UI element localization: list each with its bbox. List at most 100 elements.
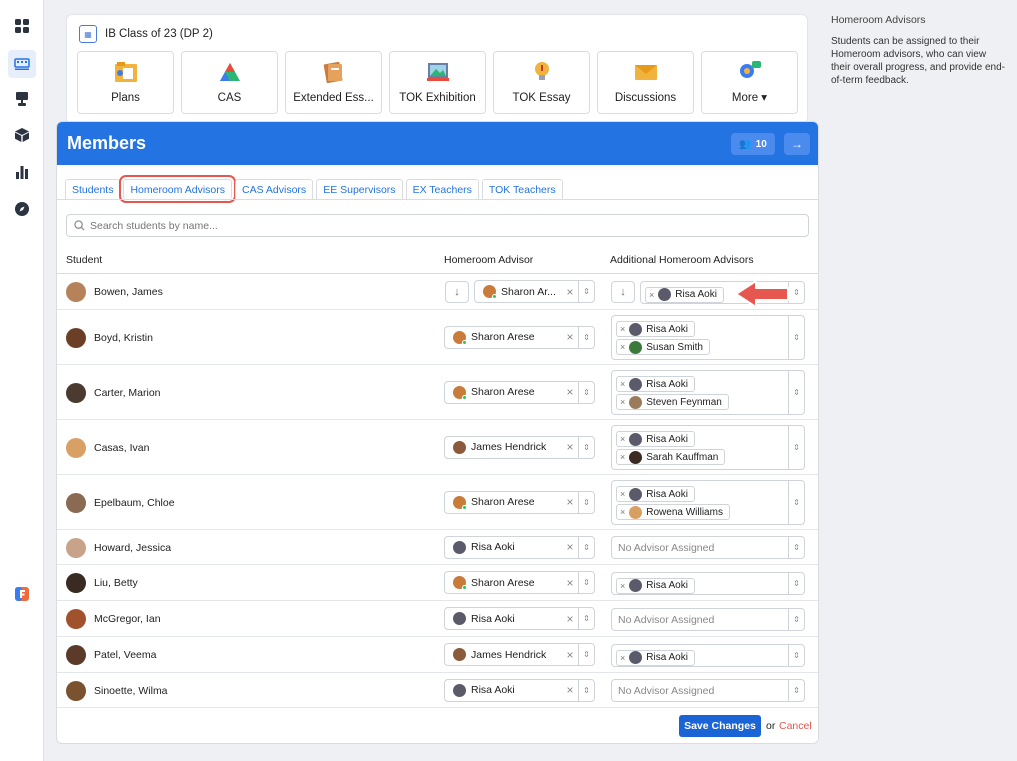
- homeroom-advisor-select[interactable]: James Hendrick × ⇕: [444, 643, 595, 666]
- clear-icon[interactable]: ×: [562, 683, 578, 697]
- remove-chip-icon[interactable]: ×: [620, 434, 625, 444]
- chevron-updown-icon[interactable]: ⇕: [578, 608, 594, 629]
- advisor-chip[interactable]: × Risa Aoki: [645, 286, 724, 303]
- remove-chip-icon[interactable]: ×: [620, 397, 625, 407]
- advisor-chip[interactable]: × Risa Aoki: [616, 577, 695, 594]
- additional-advisors-select[interactable]: × Risa Aoki × Steven Feynman ⇕: [611, 370, 805, 415]
- additional-advisors-select[interactable]: × Risa Aoki ⇕: [611, 643, 805, 667]
- chevron-updown-icon[interactable]: ⇕: [788, 537, 804, 558]
- homeroom-advisor-select[interactable]: James Hendrick × ⇕: [444, 435, 595, 459]
- tile-cas[interactable]: CAS: [181, 51, 278, 114]
- chevron-updown-icon[interactable]: ⇕: [578, 572, 594, 593]
- chevron-updown-icon[interactable]: ⇕: [578, 491, 594, 513]
- remove-chip-icon[interactable]: ×: [620, 342, 625, 352]
- clear-icon[interactable]: ×: [562, 285, 578, 299]
- chart-icon[interactable]: [8, 158, 36, 186]
- chevron-updown-icon[interactable]: ⇕: [578, 644, 594, 665]
- chevron-updown-icon[interactable]: ⇕: [578, 326, 594, 348]
- advisor-chip[interactable]: × Risa Aoki: [616, 486, 695, 502]
- remove-chip-icon[interactable]: ×: [620, 324, 625, 334]
- additional-advisors-select[interactable]: × Risa Aoki × Susan Smith ⇕: [611, 315, 805, 360]
- tile-discussions[interactable]: Discussions: [597, 51, 694, 114]
- remove-chip-icon[interactable]: ×: [620, 581, 625, 591]
- dashboard-icon[interactable]: [8, 12, 36, 40]
- tile-more[interactable]: More ▾: [701, 51, 798, 114]
- search-input[interactable]: [90, 219, 808, 232]
- chevron-updown-icon[interactable]: ⇕: [578, 679, 594, 701]
- chip-label: Sarah Kauffman: [646, 451, 719, 463]
- search-box[interactable]: [66, 214, 809, 237]
- remove-chip-icon[interactable]: ×: [649, 290, 654, 300]
- chevron-updown-icon[interactable]: ⇕: [788, 316, 804, 359]
- chevron-updown-icon[interactable]: ⇕: [788, 426, 804, 469]
- remove-chip-icon[interactable]: ×: [620, 507, 625, 517]
- remove-chip-icon[interactable]: ×: [620, 653, 625, 663]
- chevron-updown-icon[interactable]: ⇕: [788, 608, 804, 630]
- chevron-updown-icon[interactable]: ⇕: [578, 381, 594, 403]
- tab-students[interactable]: Students: [65, 179, 121, 199]
- additional-advisors-select[interactable]: No Advisor Assigned ⇕: [611, 607, 805, 631]
- cube-icon[interactable]: [8, 121, 36, 149]
- remove-chip-icon[interactable]: ×: [620, 379, 625, 389]
- homeroom-advisor-select[interactable]: Risa Aoki × ⇕: [444, 678, 595, 702]
- tab-ee-supervisors[interactable]: EE Supervisors: [316, 179, 403, 199]
- member-count-button[interactable]: 👥 10: [731, 133, 775, 155]
- chevron-updown-icon[interactable]: ⇕: [788, 644, 804, 666]
- cancel-link[interactable]: Cancel: [779, 720, 812, 732]
- chevron-updown-icon[interactable]: ⇕: [578, 536, 594, 558]
- clear-icon[interactable]: ×: [562, 440, 578, 454]
- homeroom-advisor-select[interactable]: Sharon Ar... × ⇕: [474, 280, 595, 303]
- tile-tok-exhibition[interactable]: TOK Exhibition: [389, 51, 486, 114]
- advisor-chip[interactable]: × Risa Aoki: [616, 431, 695, 447]
- remove-chip-icon[interactable]: ×: [620, 452, 625, 462]
- chevron-updown-icon[interactable]: ⇕: [788, 371, 804, 414]
- additional-advisors-select[interactable]: × Risa Aoki × Rowena Williams ⇕: [611, 480, 805, 525]
- advisor-chip[interactable]: × Rowena Williams: [616, 504, 730, 520]
- chevron-updown-icon[interactable]: ⇕: [788, 481, 804, 524]
- app-logo-icon[interactable]: [8, 580, 36, 608]
- advisor-avatar: [453, 612, 466, 625]
- compass-icon[interactable]: [8, 195, 36, 223]
- presentation-icon[interactable]: [8, 85, 36, 113]
- advisor-chip[interactable]: × Risa Aoki: [616, 649, 695, 666]
- save-changes-button[interactable]: Save Changes: [679, 715, 761, 737]
- additional-advisors-select[interactable]: No Advisor Assigned ⇕: [611, 679, 805, 702]
- clear-icon[interactable]: ×: [562, 540, 578, 554]
- homeroom-advisor-select[interactable]: Risa Aoki × ⇕: [444, 535, 595, 559]
- advisor-chip[interactable]: × Steven Feynman: [616, 394, 729, 410]
- advisor-chip[interactable]: × Sarah Kauffman: [616, 449, 726, 465]
- chevron-updown-icon[interactable]: ⇕: [788, 572, 804, 594]
- clear-icon[interactable]: ×: [562, 612, 578, 626]
- advisor-chip[interactable]: × Risa Aoki: [616, 321, 695, 337]
- chevron-updown-icon[interactable]: ⇕: [578, 436, 594, 458]
- tile-plans[interactable]: Plans: [77, 51, 174, 114]
- clear-icon[interactable]: ×: [562, 648, 578, 662]
- tile-extended-essay[interactable]: Extended Ess...: [285, 51, 382, 114]
- homeroom-advisor-select[interactable]: Sharon Arese × ⇕: [444, 380, 595, 404]
- advisor-chip[interactable]: × Susan Smith: [616, 339, 710, 355]
- homeroom-advisor-select[interactable]: Sharon Arese × ⇕: [444, 325, 595, 349]
- clear-icon[interactable]: ×: [562, 385, 578, 399]
- clear-icon[interactable]: ×: [562, 495, 578, 509]
- tab-cas-advisors[interactable]: CAS Advisors: [234, 179, 314, 199]
- tile-tok-essay[interactable]: TOK Essay: [493, 51, 590, 114]
- homeroom-advisor-select[interactable]: Sharon Arese × ⇕: [444, 571, 595, 594]
- chevron-updown-icon[interactable]: ⇕: [788, 680, 804, 701]
- tab-homeroom-advisors[interactable]: Homeroom Advisors: [119, 175, 236, 203]
- advisor-chip[interactable]: × Risa Aoki: [616, 376, 695, 392]
- additional-advisors-select[interactable]: × Risa Aoki × Sarah Kauffman ⇕: [611, 425, 805, 470]
- remove-chip-icon[interactable]: ×: [620, 489, 625, 499]
- clear-icon[interactable]: ×: [562, 330, 578, 344]
- chevron-updown-icon[interactable]: ⇕: [578, 281, 594, 302]
- homeroom-advisor-select[interactable]: Risa Aoki × ⇕: [444, 607, 595, 630]
- additional-advisors-select[interactable]: No Advisor Assigned ⇕: [611, 536, 805, 559]
- arrow-down-icon[interactable]: ↓: [445, 281, 469, 303]
- classes-icon[interactable]: [8, 50, 36, 78]
- arrow-down-icon[interactable]: ↓: [611, 281, 635, 303]
- clear-icon[interactable]: ×: [562, 576, 578, 590]
- additional-advisors-select[interactable]: × Risa Aoki ⇕: [611, 571, 805, 595]
- homeroom-advisor-select[interactable]: Sharon Arese × ⇕: [444, 490, 595, 514]
- tab-ex-teachers[interactable]: EX Teachers: [405, 179, 479, 199]
- tab-tok-teachers[interactable]: TOK Teachers: [481, 179, 563, 199]
- arrow-right-icon[interactable]: →: [784, 133, 810, 155]
